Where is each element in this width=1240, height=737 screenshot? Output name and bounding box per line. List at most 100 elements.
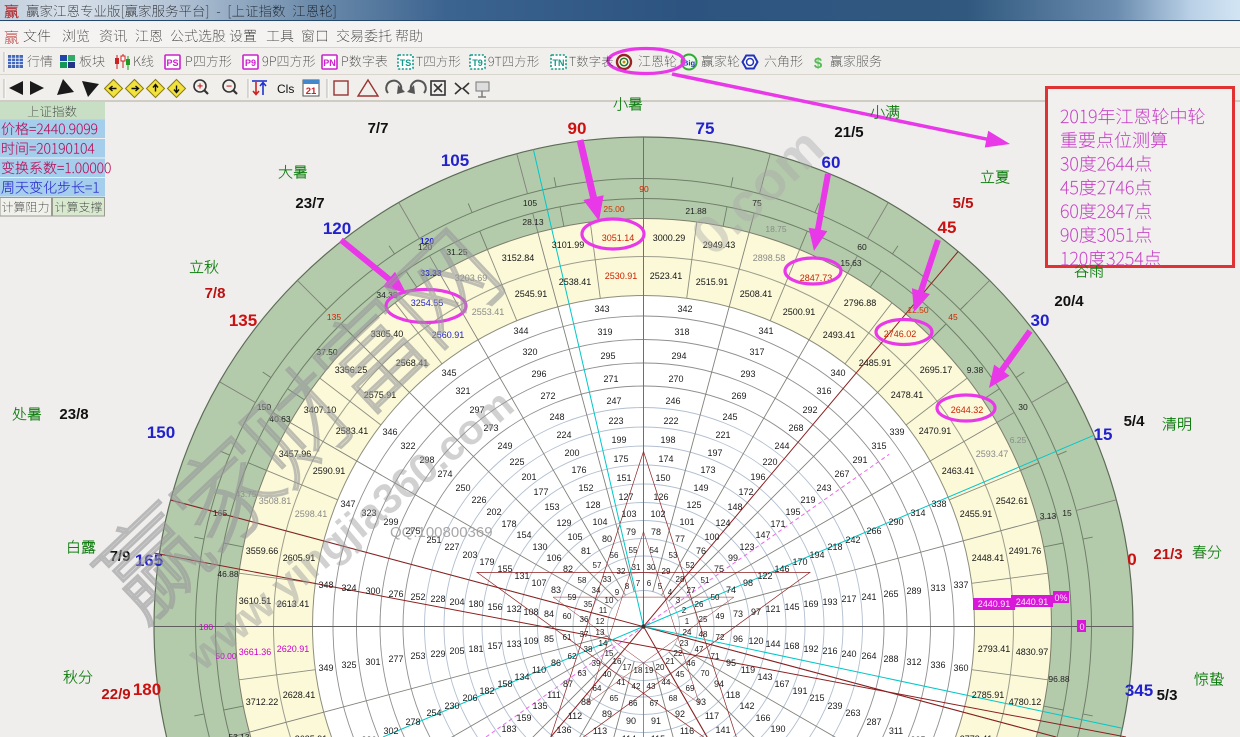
svg-text:81: 81 [581, 546, 591, 556]
svg-text:192: 192 [803, 644, 818, 654]
svg-text:3101.99: 3101.99 [552, 240, 585, 250]
svg-text:2746.02: 2746.02 [884, 329, 917, 339]
svg-text:90: 90 [639, 184, 649, 194]
svg-text:113: 113 [593, 726, 607, 736]
svg-text:7: 7 [636, 579, 641, 588]
svg-text:345: 345 [441, 368, 456, 378]
svg-text:PN: PN [323, 58, 336, 68]
svg-text:254: 254 [426, 708, 441, 718]
svg-text:102: 102 [650, 509, 665, 519]
svg-text:2440.91: 2440.91 [978, 599, 1011, 609]
svg-text:24: 24 [683, 628, 692, 637]
svg-text:101: 101 [679, 517, 694, 527]
svg-text:43: 43 [647, 682, 656, 691]
svg-text:0: 0 [1079, 622, 1084, 632]
svg-text:134: 134 [514, 672, 529, 682]
svg-text:21: 21 [666, 657, 675, 666]
svg-text:36: 36 [580, 615, 589, 624]
svg-text:TN: TN [553, 58, 565, 68]
svg-text:349: 349 [318, 663, 333, 673]
svg-text:2478.41: 2478.41 [891, 390, 924, 400]
svg-text:28: 28 [676, 575, 685, 584]
svg-text:Cls: Cls [277, 82, 294, 96]
svg-text:41: 41 [617, 678, 626, 687]
svg-text:21/3: 21/3 [1153, 546, 1182, 563]
svg-text:15: 15 [1062, 508, 1072, 518]
svg-text:287: 287 [866, 717, 881, 727]
svg-text:345: 345 [1125, 681, 1153, 700]
svg-text:219: 219 [800, 495, 815, 505]
svg-text:319: 319 [597, 327, 612, 337]
svg-text:291: 291 [852, 455, 867, 465]
svg-text:16: 16 [613, 657, 622, 666]
svg-text:315: 315 [871, 441, 886, 451]
svg-text:272: 272 [540, 391, 555, 401]
svg-text:173: 173 [700, 465, 715, 475]
svg-text:206: 206 [462, 693, 477, 703]
svg-text:216: 216 [822, 646, 837, 656]
svg-text:156: 156 [487, 602, 502, 612]
svg-text:0%: 0% [1054, 593, 1067, 603]
svg-text:225: 225 [509, 457, 524, 467]
svg-text:170: 170 [792, 557, 807, 567]
svg-text:88: 88 [581, 697, 591, 707]
svg-text:153: 153 [544, 502, 559, 512]
svg-text:35: 35 [584, 600, 593, 609]
svg-text:157: 157 [487, 641, 502, 651]
svg-text:87: 87 [563, 679, 573, 689]
svg-text:143: 143 [757, 672, 772, 682]
svg-text:46.88: 46.88 [217, 569, 239, 579]
svg-text:226: 226 [471, 495, 486, 505]
svg-text:46: 46 [687, 659, 696, 668]
svg-text:51: 51 [701, 576, 710, 585]
svg-text:2: 2 [682, 606, 687, 615]
svg-text:135: 135 [532, 701, 547, 711]
svg-text:223: 223 [608, 416, 623, 426]
svg-text:263: 263 [845, 708, 860, 718]
svg-text:171: 171 [770, 519, 785, 529]
svg-text:1: 1 [685, 617, 690, 626]
svg-text:180: 180 [468, 599, 483, 609]
svg-text:247: 247 [606, 396, 621, 406]
svg-text:271: 271 [603, 374, 618, 384]
svg-text:69: 69 [686, 684, 695, 693]
svg-text:80: 80 [602, 534, 612, 544]
svg-text:227: 227 [444, 542, 459, 552]
svg-text:4780.12: 4780.12 [1009, 697, 1042, 707]
svg-text:182: 182 [479, 686, 494, 696]
svg-text:155: 155 [497, 564, 512, 574]
svg-text:248: 248 [549, 412, 564, 422]
svg-text:5/4: 5/4 [1124, 413, 1146, 430]
svg-text:2455.91: 2455.91 [960, 509, 993, 519]
svg-text:2440.91: 2440.91 [1016, 597, 1049, 607]
svg-text:85: 85 [544, 634, 554, 644]
svg-text:27: 27 [687, 586, 696, 595]
svg-text:2463.41: 2463.41 [942, 466, 975, 476]
svg-text:245: 245 [722, 412, 737, 422]
svg-text:30: 30 [647, 563, 656, 572]
svg-text:205: 205 [449, 646, 464, 656]
svg-text:167: 167 [774, 679, 789, 689]
svg-text:67: 67 [650, 699, 659, 708]
svg-text:149: 149 [693, 483, 708, 493]
svg-text:124: 124 [715, 518, 730, 528]
svg-text:49: 49 [716, 612, 725, 621]
svg-text:19: 19 [645, 666, 654, 675]
svg-text:29: 29 [662, 567, 671, 576]
svg-text:2493.41: 2493.41 [823, 330, 856, 340]
svg-text:$: $ [814, 55, 823, 72]
svg-text:3.13: 3.13 [1040, 511, 1057, 521]
svg-text:2590.91: 2590.91 [313, 466, 346, 476]
svg-text:288: 288 [883, 654, 898, 664]
svg-text:316: 316 [816, 386, 831, 396]
svg-text:268: 268 [788, 423, 803, 433]
svg-text:4: 4 [668, 588, 673, 597]
svg-text:18: 18 [634, 666, 643, 675]
svg-text:176: 176 [571, 465, 586, 475]
svg-text:215: 215 [809, 693, 824, 703]
svg-text:123: 123 [739, 542, 754, 552]
svg-text:2593.47: 2593.47 [976, 449, 1009, 459]
svg-text:195: 195 [785, 507, 800, 517]
svg-text:91: 91 [651, 716, 661, 726]
svg-text:222: 222 [663, 416, 678, 426]
